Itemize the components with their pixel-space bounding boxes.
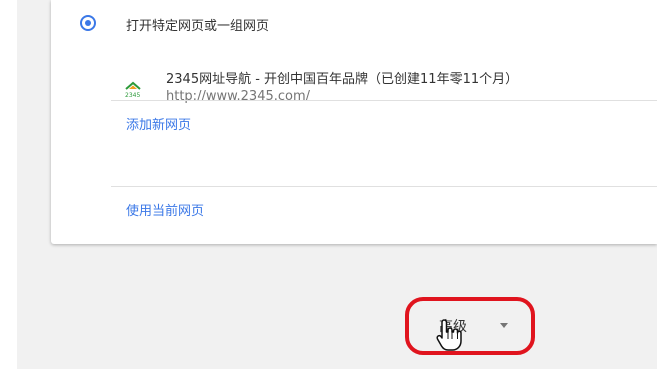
- red-highlight-annotation: [405, 297, 535, 355]
- startup-option-specific-pages[interactable]: 打开特定网页或一组网页: [51, 0, 657, 50]
- add-new-page-label[interactable]: 添加新网页: [126, 114, 191, 133]
- use-current-pages-label[interactable]: 使用当前网页: [126, 200, 204, 219]
- use-current-pages-link[interactable]: 使用当前网页: [111, 187, 657, 231]
- startup-page-entry[interactable]: 2345 2345网址导航 - 开创中国百年品牌（已创建11年零11个月） ht…: [111, 62, 657, 104]
- 2345-logo-icon: 2345: [125, 81, 141, 99]
- hand-cursor-icon: [436, 319, 462, 351]
- startup-settings-card: 打开特定网页或一组网页 2345 2345网址导航 - 开创中国百年品牌（已创建…: [51, 0, 657, 244]
- radio-button-checked[interactable]: [80, 15, 96, 31]
- svg-text:2345: 2345: [125, 92, 140, 99]
- add-new-page-link[interactable]: 添加新网页: [111, 101, 657, 145]
- radio-label: 打开特定网页或一组网页: [126, 19, 270, 34]
- startup-page-title: 2345网址导航 - 开创中国百年品牌（已创建11年零11个月）: [166, 72, 519, 87]
